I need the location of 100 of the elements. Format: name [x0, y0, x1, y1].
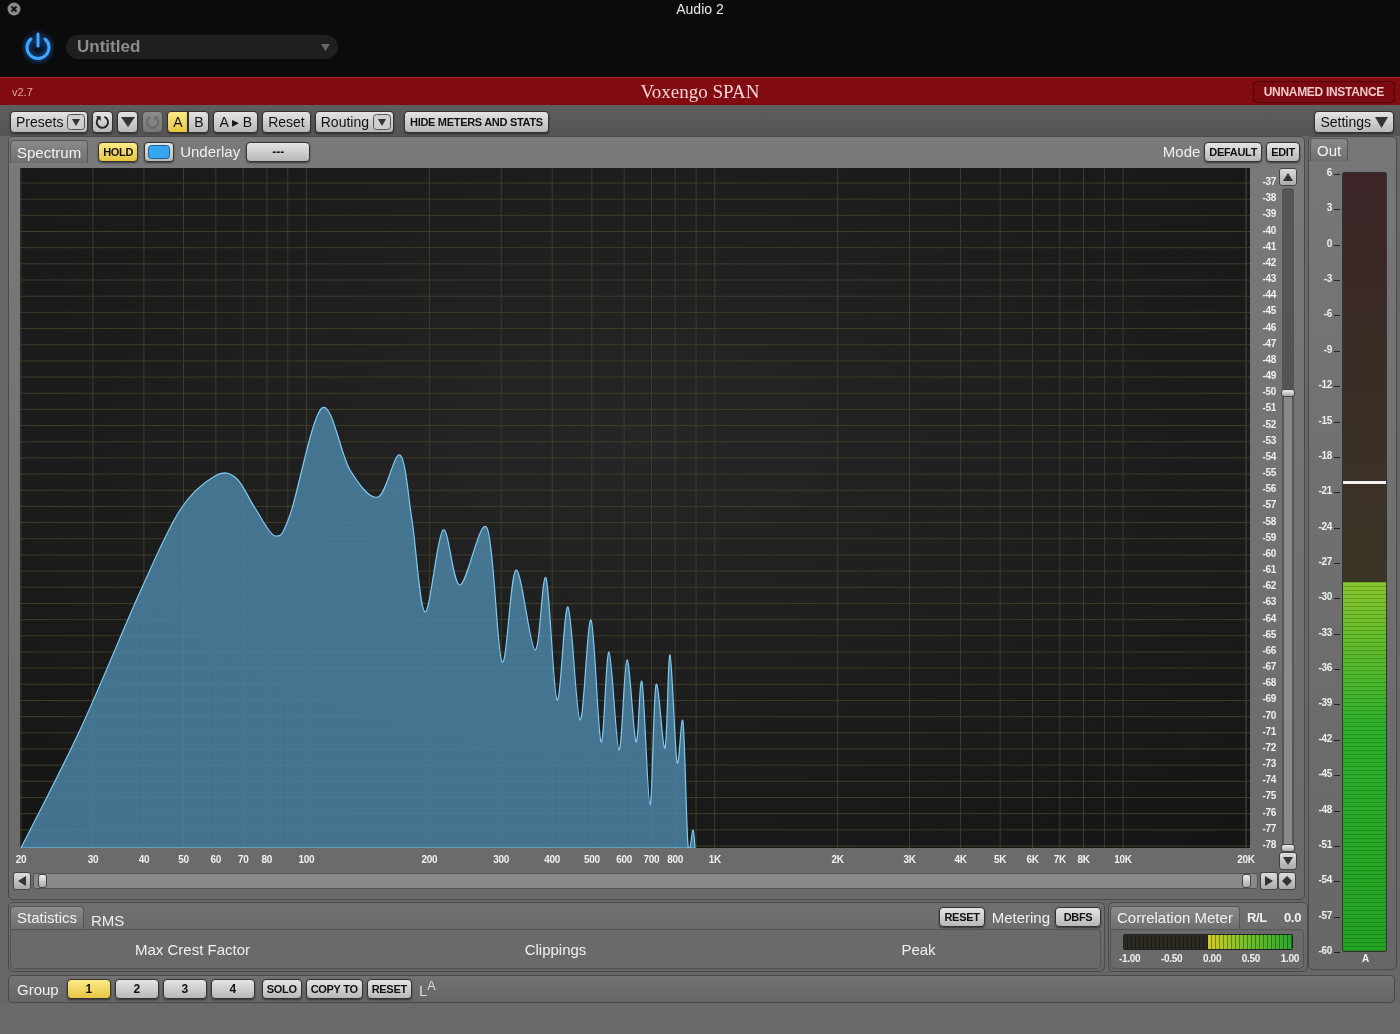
channel-label: A	[1362, 953, 1371, 964]
axis-label: 100	[298, 854, 315, 865]
group-action-button[interactable]: SOLO	[261, 979, 302, 999]
reset-button[interactable]: RESET	[939, 907, 985, 927]
scale-label: -0.50	[1160, 953, 1183, 964]
axis-label: -47	[1262, 337, 1276, 349]
axis-label: 30	[87, 854, 99, 865]
scale-label: 1.00	[1280, 953, 1299, 964]
axis-label: 20	[15, 854, 27, 865]
axis-label: -51	[1262, 402, 1276, 414]
group-button[interactable]: 4	[210, 979, 255, 999]
preset-dropdown[interactable]: Untitled	[66, 35, 338, 59]
scale-label: -42	[1318, 732, 1332, 744]
rms-label: RMS	[91, 911, 125, 929]
scale-label: -3	[1323, 273, 1332, 285]
instance-button[interactable]: UNNAMED INSTANCE	[1252, 80, 1395, 103]
scale-label: -9	[1323, 343, 1332, 355]
link-label: L$^{A}$	[418, 979, 436, 999]
scale-label: -57	[1318, 909, 1332, 921]
ab-toggle[interactable]: A	[167, 111, 189, 133]
close-button[interactable]	[7, 2, 21, 16]
axis-label: -64	[1262, 612, 1276, 624]
scroll-right-button[interactable]	[1260, 872, 1278, 890]
scale-label: -54	[1318, 874, 1332, 886]
axis-label: -41	[1262, 240, 1276, 252]
scale-label: -21	[1318, 485, 1332, 497]
scale-label: -27	[1318, 556, 1332, 567]
caret-icon	[120, 116, 135, 128]
ab-toggle[interactable]: B	[188, 111, 210, 133]
out-tab[interactable]: Out	[1310, 138, 1349, 161]
axis-label: 70	[237, 854, 249, 865]
routing-button[interactable]: Routing	[314, 111, 394, 133]
hold-toggle[interactable]: HOLD	[98, 141, 139, 162]
axis-label: -72	[1262, 741, 1276, 753]
scale-label: -6	[1323, 308, 1332, 320]
color-button[interactable]	[144, 141, 175, 162]
group-button[interactable]: 2	[114, 979, 159, 999]
hide-meters-button[interactable]: HIDE METERS AND STATS	[404, 111, 549, 133]
metering-label: Metering	[991, 908, 1050, 926]
undo-button[interactable]	[92, 111, 114, 133]
axis-label: -50	[1262, 386, 1276, 398]
copy-ab-button[interactable]: A ▸ B	[213, 111, 259, 133]
axis-label: -67	[1262, 661, 1276, 673]
scale-label: -33	[1318, 626, 1332, 638]
axis-label: -76	[1262, 806, 1276, 818]
range-handle[interactable]	[1242, 874, 1251, 888]
mode-button[interactable]: DEFAULT	[1204, 141, 1263, 162]
axis-label: 3K	[903, 854, 916, 865]
axis-label: -39	[1262, 208, 1276, 220]
range-handle[interactable]	[38, 874, 47, 888]
axis-label: -63	[1262, 596, 1276, 608]
scroll-up-button[interactable]	[1279, 168, 1297, 186]
scale-label: 0.50	[1241, 953, 1261, 964]
dropdown-button[interactable]	[117, 111, 139, 133]
axis-label: -62	[1262, 580, 1276, 592]
axis-label: 20K	[1237, 854, 1255, 865]
axis-label: 500	[583, 854, 600, 865]
stat-label: Peak	[901, 940, 936, 958]
group-action-button[interactable]: COPY TO	[305, 979, 363, 999]
reset-view-button[interactable]	[1278, 872, 1296, 890]
scale-label: -45	[1318, 768, 1332, 780]
settings-button[interactable]: Settings	[1314, 111, 1394, 133]
axis-label: 2K	[831, 854, 844, 865]
axis-label: -42	[1262, 256, 1276, 268]
scale-label: -39	[1318, 697, 1332, 709]
scroll-down-button[interactable]	[1279, 852, 1297, 870]
circular-arrow-icon	[94, 113, 112, 131]
spectrum-tab[interactable]: Spectrum	[10, 140, 89, 163]
scale-label: -1.00	[1119, 953, 1141, 964]
axis-label: -53	[1262, 434, 1276, 446]
group-action-button[interactable]: RESET	[366, 979, 412, 999]
scale-label: -24	[1318, 520, 1332, 532]
axis-label: 600	[616, 854, 633, 865]
axis-label: -40	[1262, 224, 1276, 236]
scroll-left-button[interactable]	[13, 872, 31, 890]
stat-label: Clippings	[524, 940, 587, 958]
axis-label: -55	[1262, 467, 1276, 479]
correlation-meter-tab[interactable]: Correlation Meter	[1110, 905, 1240, 929]
left-arrow-icon	[17, 875, 27, 887]
stat-label: Max Crest Factor	[135, 940, 250, 958]
scale-label: -48	[1318, 803, 1332, 815]
circular-arrow-icon	[144, 113, 162, 131]
statistics-tab[interactable]: Statistics	[10, 905, 84, 929]
group-button[interactable]: 3	[162, 979, 207, 999]
group-button[interactable]: 1	[66, 979, 111, 999]
scale-label: 0	[1326, 237, 1332, 249]
axis-label: -59	[1262, 531, 1276, 543]
axis-label: 40	[138, 854, 150, 865]
underlay-dropdown[interactable]: ---	[246, 141, 311, 162]
range-handle[interactable]	[1281, 389, 1295, 397]
reset-button[interactable]: Reset	[262, 111, 311, 133]
mode-button[interactable]: EDIT	[1266, 141, 1300, 162]
axis-label: -74	[1262, 774, 1276, 786]
axis-label: -65	[1262, 628, 1276, 640]
presets-button[interactable]: Presets	[10, 111, 89, 133]
axis-label: 1K	[708, 854, 721, 865]
metering-dropdown[interactable]: DBFS	[1055, 907, 1101, 927]
scale-label: 6	[1326, 167, 1332, 178]
axis-label: -56	[1262, 483, 1276, 495]
axis-label: -37	[1262, 176, 1276, 187]
